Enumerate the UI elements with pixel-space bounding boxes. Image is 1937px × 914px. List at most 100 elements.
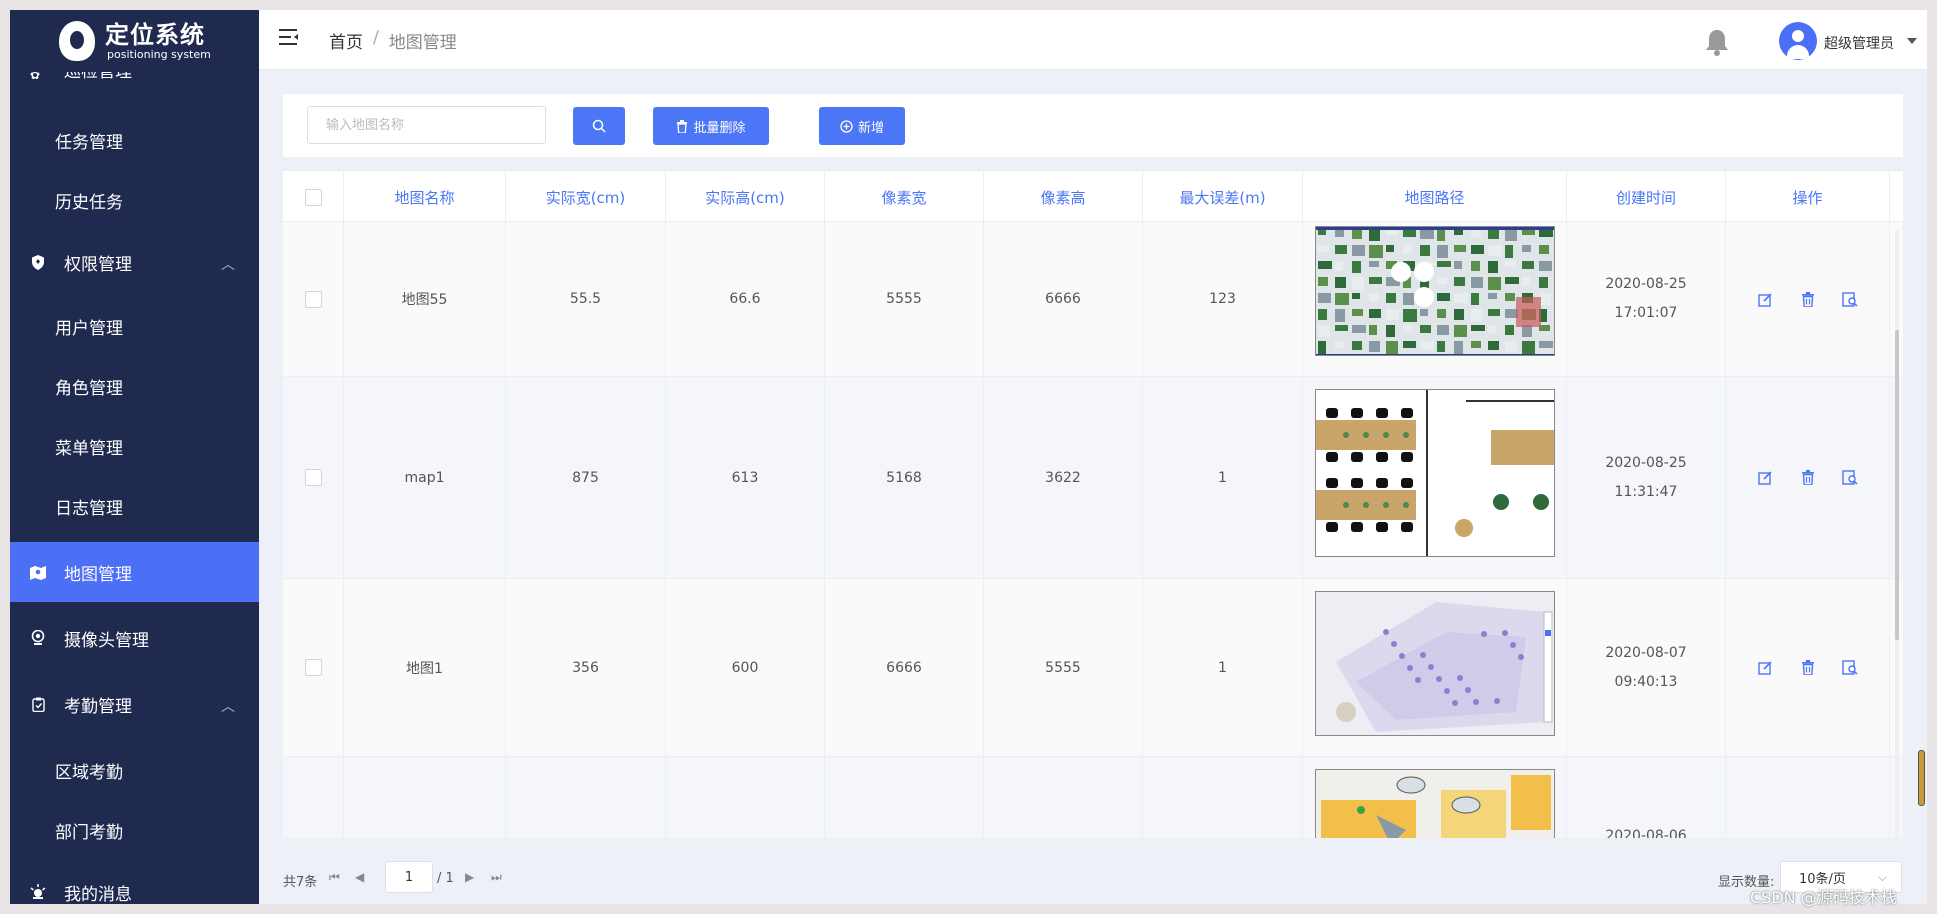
pixel-height-cell: 6666	[984, 222, 1143, 376]
map-icon	[30, 564, 46, 580]
column-header[interactable]: 创建时间	[1567, 171, 1726, 223]
map-path-cell	[1303, 579, 1567, 756]
row-select-cell	[283, 222, 344, 376]
edit-icon[interactable]	[1756, 289, 1776, 309]
sidebar-item-9[interactable]: 考勤管理 ︿	[10, 674, 259, 734]
sidebar-item-label: 日志管理	[55, 498, 123, 519]
column-header[interactable]: 操作	[1726, 171, 1890, 223]
column-header[interactable]: 地图名称	[344, 171, 506, 223]
last-page-icon[interactable]: ⏭	[491, 870, 502, 885]
logo-icon	[59, 21, 95, 61]
table-row[interactable]: 地图1 356 600 6666 5555 1 2020-08-07 09:40:13	[283, 579, 1903, 757]
actual-width-cell	[506, 757, 666, 838]
next-page-icon[interactable]: ▶	[465, 870, 474, 884]
table-scrollbar[interactable]	[1895, 230, 1899, 838]
sidebar-item-label: 权限管理	[64, 254, 132, 275]
sidebar-item-7[interactable]: 地图管理	[10, 542, 259, 602]
actions-cell	[1726, 579, 1890, 756]
chevron-down-icon: ⌵	[1877, 870, 1887, 884]
pagination: 共7条 ⏮ ◀ / 1 ▶ ⏭ 显示数量: 10条/页 ⌵	[283, 853, 1903, 893]
sidebar-item-6[interactable]: 日志管理	[10, 476, 259, 536]
map-table: 地图名称 实际宽(cm) 实际高(cm) 像素宽 像素高 最大误差(m) 地图路径 创建时间操…	[283, 170, 1903, 838]
select-all-cell	[283, 171, 344, 223]
clipboard-icon	[30, 696, 46, 712]
sidebar-item-0[interactable]: 任务管理	[10, 110, 259, 170]
sidebar-item-label: 部门考勤	[55, 822, 123, 843]
sidebar-item-2[interactable]: 权限管理 ︿	[10, 232, 259, 292]
add-label: 新增	[857, 120, 884, 136]
sidebar-item-3[interactable]: 用户管理	[10, 296, 259, 356]
actual-width-cell: 875	[506, 377, 666, 578]
batch-delete-button[interactable]: 批量删除	[653, 107, 769, 145]
logo-title: 定位系统	[105, 21, 205, 49]
sidebar-item-8[interactable]: 摄像头管理	[10, 608, 259, 668]
prev-page-icon[interactable]: ◀	[355, 870, 364, 884]
message-icon	[30, 884, 46, 900]
column-header[interactable]: 地图路径	[1303, 171, 1567, 223]
menu-toggle-icon[interactable]	[279, 28, 299, 46]
column-header[interactable]: 实际宽(cm)	[506, 171, 666, 223]
logo[interactable]: 定位系统 positioning system	[10, 10, 259, 72]
row-checkbox[interactable]	[304, 469, 322, 486]
column-header[interactable]: 实际高(cm)	[666, 171, 825, 223]
breadcrumb-current: 地图管理	[388, 33, 457, 53]
map-thumbnail[interactable]	[1314, 226, 1555, 356]
row-checkbox[interactable]	[304, 659, 322, 676]
row-checkbox[interactable]	[304, 290, 322, 308]
column-header[interactable]: 像素宽	[825, 171, 984, 223]
view-map-icon[interactable]	[1840, 289, 1860, 309]
first-page-icon[interactable]: ⏮	[329, 870, 340, 885]
table-scrollbar-thumb[interactable]	[1895, 330, 1899, 640]
delete-icon[interactable]	[1798, 468, 1818, 488]
search-button[interactable]	[573, 107, 625, 145]
view-map-icon[interactable]	[1840, 658, 1860, 678]
row-select-cell	[283, 377, 344, 578]
map-thumbnail[interactable]	[1314, 389, 1555, 557]
column-header[interactable]: 最大误差(m)	[1143, 171, 1303, 223]
avatar[interactable]	[1779, 22, 1817, 60]
actions-cell	[1726, 222, 1890, 376]
page-total: / 1	[437, 871, 454, 886]
table-row[interactable]: 2020-08-06 17:55:4	[283, 757, 1903, 838]
pixel-height-cell: 3622	[984, 377, 1143, 578]
page-scrollbar-thumb[interactable]	[1918, 750, 1925, 806]
sidebar-item-label: 摄像头管理	[64, 630, 149, 651]
map-name-search-input[interactable]	[307, 106, 546, 144]
top-header: 首页 / 地图管理 超级管理员	[259, 10, 1927, 70]
sidebar-item-12[interactable]: 我的消息	[10, 862, 259, 904]
bell-icon[interactable]	[1704, 28, 1730, 56]
sidebar-item-1[interactable]: 历史任务	[10, 170, 259, 230]
column-header[interactable]: 像素高	[984, 171, 1143, 223]
sidebar: ✿ 巡检管理 定位系统 positioning system 任务管理 历史任务权…	[10, 10, 259, 904]
breadcrumb-separator: /	[373, 28, 379, 48]
add-button[interactable]: 新增	[819, 107, 905, 145]
table-header: 地图名称 实际宽(cm) 实际高(cm) 像素宽 像素高 最大误差(m) 地图路径 创建时间操…	[283, 170, 1903, 223]
pixel-width-cell	[825, 757, 984, 838]
select-all-checkbox[interactable]	[304, 188, 322, 206]
chevron-up-icon: ︿	[221, 699, 235, 715]
user-name[interactable]: 超级管理员	[1824, 33, 1894, 53]
map-thumbnail[interactable]	[1314, 769, 1555, 838]
batch-delete-label: 批量删除	[693, 120, 746, 136]
sidebar-item-11[interactable]: 部门考勤	[10, 800, 259, 860]
logo-subtitle: positioning system	[107, 48, 211, 61]
map-name-cell: map1	[344, 377, 506, 578]
table-row[interactable]: 地图55 55.5 66.6 5555 6666 123 2020-08-25 17:01:…	[283, 222, 1903, 377]
chevron-down-icon[interactable]	[1907, 38, 1917, 44]
page-number-input[interactable]	[385, 861, 433, 893]
sidebar-item-10[interactable]: 区域考勤	[10, 740, 259, 800]
delete-icon[interactable]	[1798, 658, 1818, 678]
sidebar-item-5[interactable]: 菜单管理	[10, 416, 259, 476]
table-row[interactable]: map1 875 613 5168 3622 1 2020-08-25 11:31:47	[283, 377, 1903, 579]
edit-icon[interactable]	[1756, 658, 1776, 678]
view-map-icon[interactable]	[1840, 468, 1860, 488]
map-name-cell: 地图1	[344, 579, 506, 756]
sidebar-item-4[interactable]: 角色管理	[10, 356, 259, 416]
breadcrumb-home[interactable]: 首页	[329, 28, 363, 53]
sidebar-item-label: 我的消息	[64, 884, 132, 905]
edit-icon[interactable]	[1756, 468, 1776, 488]
delete-icon[interactable]	[1798, 289, 1818, 309]
actual-height-cell: 613	[666, 377, 825, 578]
created-time-cell: 2020-08-25 11:31:47	[1567, 377, 1726, 578]
map-thumbnail[interactable]	[1314, 591, 1555, 736]
